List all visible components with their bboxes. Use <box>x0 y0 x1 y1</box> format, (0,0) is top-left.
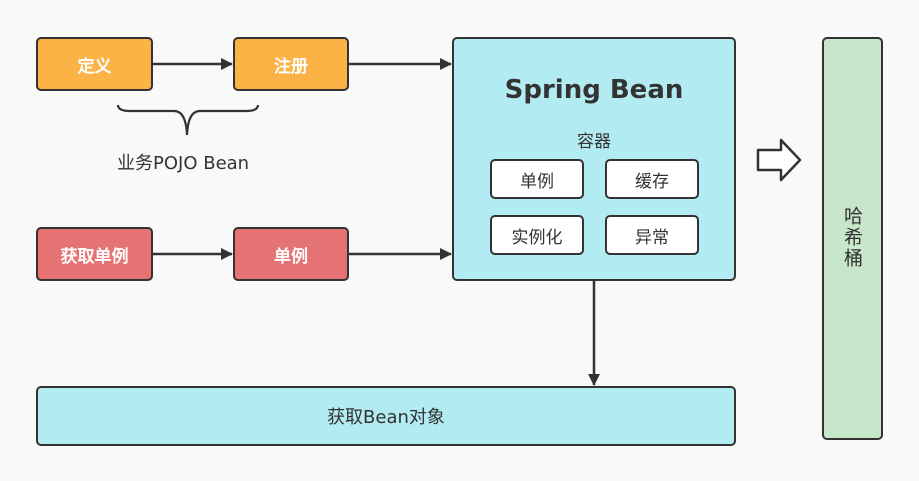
define-node: 定义 <box>36 37 153 91</box>
hash-bucket: 哈希桶 <box>822 37 883 440</box>
container-subtitle: 容器 <box>577 132 611 152</box>
hash-bucket-label: 哈希桶 <box>841 206 863 269</box>
register-node: 注册 <box>233 37 349 91</box>
container-item-label: 实例化 <box>511 227 563 248</box>
container-item-label: 单例 <box>520 171 554 192</box>
get-singleton-node: 获取单例 <box>36 227 153 281</box>
register-label: 注册 <box>274 56 308 77</box>
get-bean-object-node: 获取Bean对象 <box>36 386 736 446</box>
singleton-node: 单例 <box>233 227 349 281</box>
container-item-label: 异常 <box>635 227 669 248</box>
container-item-label: 缓存 <box>635 171 669 192</box>
container-item-singleton: 单例 <box>490 159 584 199</box>
hollow-arrow-icon <box>756 138 802 182</box>
define-label: 定义 <box>77 56 112 77</box>
brace-label: 业务POJO Bean <box>117 153 250 174</box>
container-item-exception: 异常 <box>605 215 699 255</box>
curly-brace <box>116 104 260 136</box>
spring-bean-container: Spring Bean 容器 单例 缓存 实例化 异常 <box>452 37 736 281</box>
singleton-label: 单例 <box>274 246 308 267</box>
container-item-instantiate: 实例化 <box>490 215 584 255</box>
get-bean-object-label: 获取Bean对象 <box>327 407 445 428</box>
container-title: Spring Bean <box>504 75 684 105</box>
container-item-cache: 缓存 <box>605 159 699 199</box>
get-singleton-label: 获取单例 <box>60 246 129 267</box>
